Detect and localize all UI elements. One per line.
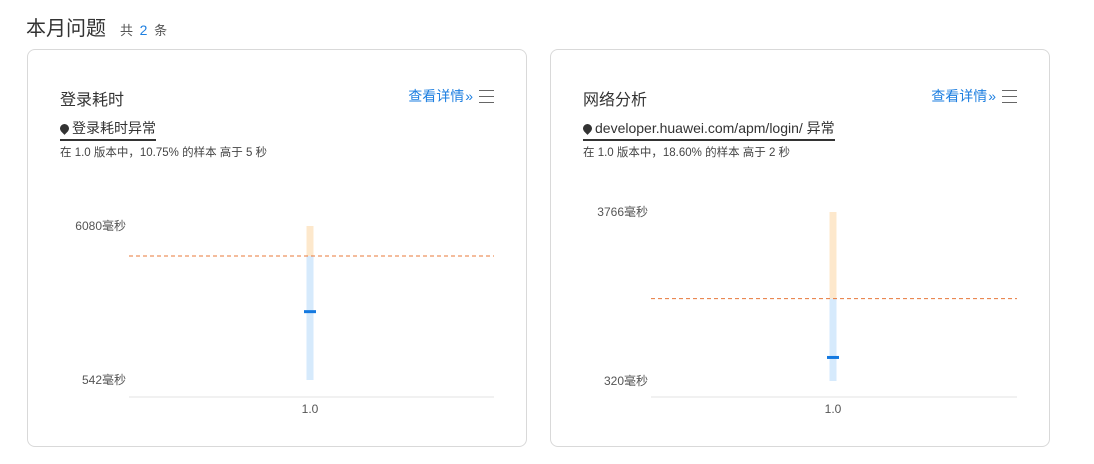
range-bar-above-threshold: [306, 226, 314, 257]
y-axis-label-max: 3766毫秒: [597, 204, 648, 219]
x-axis-tick-label: 1.0: [825, 402, 842, 416]
count-prefix: 共: [120, 23, 134, 38]
page-title: 本月问题: [26, 18, 106, 40]
range-chart: 6080毫秒 542毫秒 1.0: [75, 218, 494, 416]
issue-count: 共 2 条: [120, 20, 167, 39]
y-axis-label-min: 542毫秒: [82, 372, 126, 387]
count-suffix: 条: [154, 23, 168, 38]
range-bar-above-threshold: [829, 212, 837, 299]
count-number: 2: [139, 22, 148, 38]
y-axis-label-min: 320毫秒: [604, 373, 648, 388]
issue-card-network: 网络分析 查看详情 » developer.huawei.com/apm/log…: [550, 49, 1050, 447]
median-marker: [827, 355, 839, 359]
issue-card-login-time: 登录耗时 查看详情 » 登录耗时异常 在 1.0 版本中，10.75% 的样本 …: [27, 49, 527, 447]
page-header: 本月问题 共 2 条: [26, 12, 167, 41]
range-chart: 3766毫秒 320毫秒 1.0: [597, 204, 1017, 416]
x-axis-tick-label: 1.0: [302, 402, 319, 416]
range-bar-below-threshold: [829, 298, 837, 381]
range-bar-below-threshold: [306, 256, 314, 380]
y-axis-label-max: 6080毫秒: [75, 218, 126, 233]
median-marker: [304, 310, 316, 314]
